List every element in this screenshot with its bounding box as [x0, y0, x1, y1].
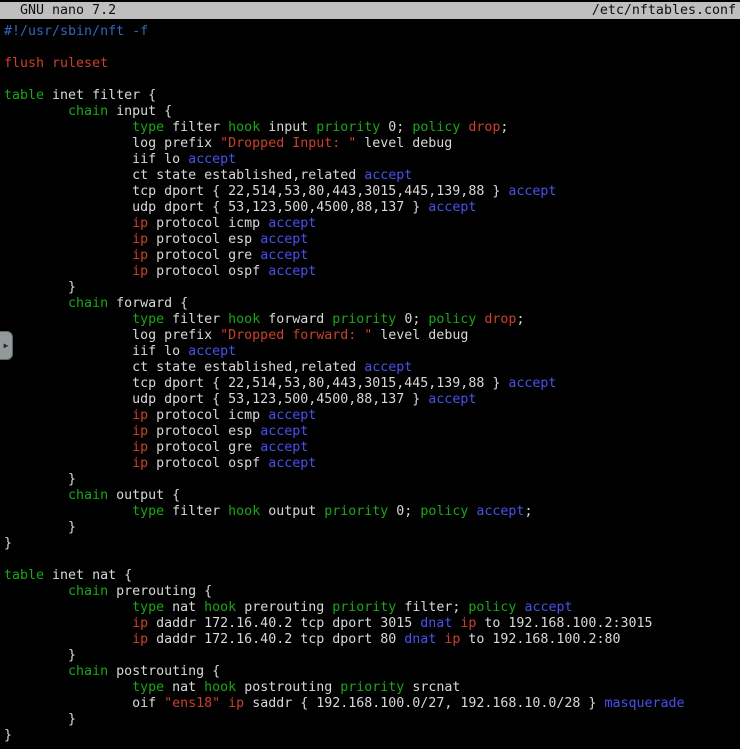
code-line: ip protocol gre accept	[4, 440, 740, 456]
code-line: udp dport { 53,123,500,4500,88,137 } acc…	[4, 392, 740, 408]
nano-titlebar: GNU nano 7.2 /etc/nftables.conf	[0, 2, 740, 19]
code-line: log prefix "Dropped Input: " level debug	[4, 136, 740, 152]
code-line: ct state established,related accept	[4, 168, 740, 184]
code-line: udp dport { 53,123,500,4500,88,137 } acc…	[4, 200, 740, 216]
code-line: type filter hook forward priority 0; pol…	[4, 312, 740, 328]
code-line: iif lo accept	[4, 152, 740, 168]
code-line: type nat hook prerouting priority filter…	[4, 600, 740, 616]
terminal-screen: GNU nano 7.2 /etc/nftables.conf #!/usr/s…	[0, 0, 740, 749]
code-line	[4, 552, 740, 568]
code-line: type filter hook output priority 0; poli…	[4, 504, 740, 520]
code-line: }	[4, 536, 740, 552]
code-line: ip protocol gre accept	[4, 248, 740, 264]
code-line: type nat hook postrouting priority srcna…	[4, 680, 740, 696]
code-line: chain postrouting {	[4, 664, 740, 680]
code-line: ct state established,related accept	[4, 360, 740, 376]
code-line: oif "ens18" ip saddr { 192.168.100.0/27,…	[4, 696, 740, 712]
code-line: #!/usr/sbin/nft -f	[4, 24, 740, 40]
code-line: log prefix "Dropped forward: " level deb…	[4, 328, 740, 344]
code-line: ip protocol esp accept	[4, 424, 740, 440]
code-line: tcp dport { 22,514,53,80,443,3015,445,13…	[4, 184, 740, 200]
code-line: ip protocol icmp accept	[4, 216, 740, 232]
code-line: ip daddr 172.16.40.2 tcp dport 80 dnat i…	[4, 632, 740, 648]
code-line: }	[4, 520, 740, 536]
code-line: type filter hook input priority 0; polic…	[4, 120, 740, 136]
code-line: flush ruleset	[4, 56, 740, 72]
code-line: iif lo accept	[4, 344, 740, 360]
file-path: /etc/nftables.conf	[592, 2, 736, 19]
code-line: chain forward {	[4, 296, 740, 312]
code-line: }	[4, 728, 740, 744]
code-line: ip daddr 172.16.40.2 tcp dport 3015 dnat…	[4, 616, 740, 632]
code-line	[4, 40, 740, 56]
code-line: table inet filter {	[4, 88, 740, 104]
nano-version-label: GNU nano 7.2	[4, 2, 116, 19]
code-line: table inet nat {	[4, 568, 740, 584]
code-line: chain output {	[4, 488, 740, 504]
code-line: chain input {	[4, 104, 740, 120]
code-line: ip protocol ospf accept	[4, 264, 740, 280]
code-line: chain prerouting {	[4, 584, 740, 600]
code-line: tcp dport { 22,514,53,80,443,3015,445,13…	[4, 376, 740, 392]
console-panel-toggle[interactable]: ▶	[0, 331, 13, 360]
code-line: ip protocol esp accept	[4, 232, 740, 248]
code-line: ip protocol icmp accept	[4, 408, 740, 424]
editor-area[interactable]: #!/usr/sbin/nft -f flush ruleset table ine…	[0, 19, 740, 744]
code-line: ip protocol ospf accept	[4, 456, 740, 472]
code-line: }	[4, 472, 740, 488]
expand-right-icon: ▶	[4, 342, 9, 350]
code-line	[4, 72, 740, 88]
code-line: }	[4, 280, 740, 296]
editor-content: #!/usr/sbin/nft -f flush ruleset table ine…	[4, 24, 740, 744]
code-line: }	[4, 712, 740, 728]
code-line: }	[4, 648, 740, 664]
